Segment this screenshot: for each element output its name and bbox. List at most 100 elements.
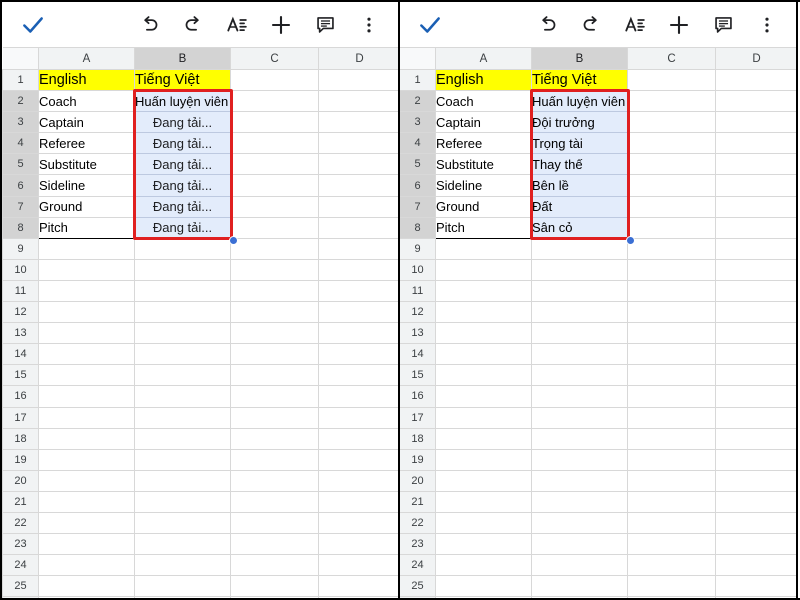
row-header-24[interactable]: 24 — [399, 554, 436, 577]
cell-a14[interactable] — [435, 343, 532, 366]
cell-d23[interactable] — [318, 533, 398, 556]
cell-d20[interactable] — [318, 469, 398, 492]
cell-a4[interactable]: Referee — [435, 132, 532, 155]
fill-handle-left[interactable] — [228, 236, 238, 246]
cell-d18[interactable] — [715, 427, 796, 450]
row-header-16[interactable]: 16 — [399, 385, 436, 408]
cell-d12[interactable] — [318, 301, 398, 324]
row-header-8[interactable]: 8 — [2, 216, 39, 239]
cell-a25[interactable] — [38, 575, 135, 598]
cell-c6[interactable] — [230, 174, 319, 197]
cell-a12[interactable] — [38, 301, 135, 324]
cell-b14[interactable] — [134, 343, 231, 366]
row-header-10[interactable]: 10 — [2, 258, 39, 281]
cell-a2[interactable]: Coach — [435, 90, 532, 113]
cell-c18[interactable] — [230, 427, 319, 450]
row-header-8[interactable]: 8 — [399, 216, 436, 239]
cell-d9[interactable] — [715, 237, 796, 260]
cell-a20[interactable] — [435, 469, 532, 492]
row-header-15[interactable]: 15 — [399, 364, 436, 387]
cell-a6[interactable]: Sideline — [435, 174, 532, 197]
row-header-22[interactable]: 22 — [2, 511, 39, 535]
cell-a7[interactable]: Ground — [435, 195, 532, 218]
cell-b20[interactable] — [134, 469, 231, 492]
cell-b16[interactable] — [531, 385, 628, 408]
cell-b5[interactable]: Thay thế — [531, 153, 628, 176]
cell-a18[interactable] — [38, 427, 135, 450]
cell-d16[interactable] — [318, 385, 398, 408]
cell-d13[interactable] — [318, 322, 398, 345]
cell-a21[interactable] — [38, 490, 135, 513]
cell-a1[interactable]: English — [435, 68, 532, 92]
cell-d17[interactable] — [715, 406, 796, 429]
row-header-1[interactable]: 1 — [2, 68, 39, 92]
more-options-icon[interactable] — [750, 8, 784, 42]
cell-b22[interactable] — [134, 511, 231, 535]
cell-d20[interactable] — [715, 469, 796, 492]
cell-a8[interactable]: Pitch — [38, 216, 135, 239]
cell-b11[interactable] — [134, 279, 231, 303]
row-header-14[interactable]: 14 — [399, 343, 436, 366]
cell-c17[interactable] — [627, 406, 716, 429]
cell-b8[interactable]: Đang tải... — [134, 216, 231, 239]
cell-a15[interactable] — [38, 364, 135, 387]
cell-d12[interactable] — [715, 301, 796, 324]
spreadsheet-grid-left[interactable]: A B C D 1 English Tiếng Việt 2 Coach Huấn luyện v… — [2, 47, 398, 600]
cell-b1[interactable]: Tiếng Việt — [531, 68, 628, 92]
cell-c2[interactable] — [627, 90, 716, 113]
cell-d13[interactable] — [715, 322, 796, 345]
row-header-6[interactable]: 6 — [399, 174, 436, 197]
cell-c2[interactable] — [230, 90, 319, 113]
cell-c1[interactable] — [627, 68, 716, 92]
cell-c12[interactable] — [230, 301, 319, 324]
cell-c8[interactable] — [627, 216, 716, 239]
cell-c24[interactable] — [627, 554, 716, 577]
cell-b23[interactable] — [531, 533, 628, 556]
cell-b7[interactable]: Đang tải... — [134, 195, 231, 218]
cell-d10[interactable] — [715, 258, 796, 281]
cell-d4[interactable] — [318, 132, 398, 155]
cell-a23[interactable] — [38, 533, 135, 556]
row-header-11[interactable]: 11 — [2, 279, 39, 303]
cell-c15[interactable] — [230, 364, 319, 387]
row-header-7[interactable]: 7 — [2, 195, 39, 218]
spreadsheet-grid-right[interactable]: A B C D 1 English Tiếng Việt 2 Coach Huấn luyện v… — [399, 47, 796, 600]
cell-d7[interactable] — [318, 195, 398, 218]
row-header-11[interactable]: 11 — [399, 279, 436, 303]
cell-d8[interactable] — [715, 216, 796, 239]
row-header-1[interactable]: 1 — [399, 68, 436, 92]
cell-c13[interactable] — [627, 322, 716, 345]
row-header-13[interactable]: 13 — [2, 322, 39, 345]
cell-a25[interactable] — [435, 575, 532, 598]
cell-d16[interactable] — [715, 385, 796, 408]
cell-b23[interactable] — [134, 533, 231, 556]
row-header-20[interactable]: 20 — [2, 469, 39, 492]
cell-b17[interactable] — [531, 406, 628, 429]
cell-a1[interactable]: English — [38, 68, 135, 92]
row-header-24[interactable]: 24 — [2, 554, 39, 577]
cell-b7[interactable]: Đất — [531, 195, 628, 218]
cell-d14[interactable] — [318, 343, 398, 366]
cell-c21[interactable] — [230, 490, 319, 513]
cell-c1[interactable] — [230, 68, 319, 92]
cell-b1[interactable]: Tiếng Việt — [134, 68, 231, 92]
row-header-9[interactable]: 9 — [2, 237, 39, 260]
comment-icon[interactable] — [308, 8, 342, 42]
row-header-21[interactable]: 21 — [399, 490, 436, 513]
column-header-d[interactable]: D — [318, 47, 398, 70]
cell-b3[interactable]: Đội trưởng — [531, 111, 628, 134]
cell-d23[interactable] — [715, 533, 796, 556]
cell-a13[interactable] — [38, 322, 135, 345]
row-header-5[interactable]: 5 — [399, 153, 436, 176]
cell-c5[interactable] — [230, 153, 319, 176]
cell-c24[interactable] — [230, 554, 319, 577]
column-header-c[interactable]: C — [627, 47, 716, 70]
cell-b6[interactable]: Đang tải... — [134, 174, 231, 197]
cell-c10[interactable] — [627, 258, 716, 281]
cell-d9[interactable] — [318, 237, 398, 260]
cell-a16[interactable] — [435, 385, 532, 408]
cell-d24[interactable] — [318, 554, 398, 577]
cell-d19[interactable] — [318, 448, 398, 471]
column-header-a[interactable]: A — [38, 47, 135, 70]
cell-a9[interactable] — [435, 237, 532, 260]
